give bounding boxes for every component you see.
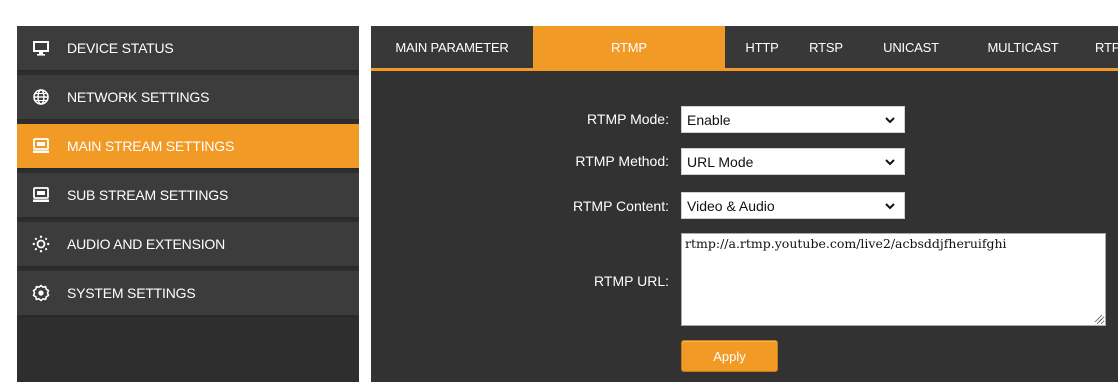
rtmp-method-select[interactable]: URL Mode [681, 148, 905, 175]
globe-icon [31, 87, 51, 107]
sidebar-item-network-settings[interactable]: NETWORK SETTINGS [17, 75, 359, 121]
chevron-down-icon [885, 117, 895, 124]
tab-rtp[interactable]: RTP [1095, 26, 1118, 68]
rtmp-content-label: RTMP Content: [573, 198, 669, 214]
tab-multicast[interactable]: MULTICAST [975, 26, 1071, 68]
rtmp-content-select[interactable]: Video & Audio [681, 192, 905, 219]
rtmp-mode-value: Enable [687, 111, 731, 128]
sidebar-item-label: SUB STREAM SETTINGS [67, 187, 229, 203]
tab-http[interactable]: HTTP [737, 26, 787, 68]
tab-main-parameter[interactable]: MAIN PARAMETER [371, 26, 533, 68]
chevron-down-icon [885, 203, 895, 210]
rtmp-url-value: rtmp://a.rtmp.youtube.com/live2/acbsddjf… [685, 236, 1007, 251]
rtmp-mode-select[interactable]: Enable [681, 106, 905, 133]
rtmp-mode-label: RTMP Mode: [587, 111, 669, 127]
tab-unicast[interactable]: UNICAST [875, 26, 947, 68]
sidebar-item-label: NETWORK SETTINGS [67, 89, 210, 105]
tab-rtsp[interactable]: RTSP [803, 26, 849, 68]
rtmp-url-label: RTMP URL: [594, 273, 669, 289]
apply-button[interactable]: Apply [681, 340, 778, 372]
sidebar-item-label: DEVICE STATUS [67, 40, 174, 56]
rtmp-url-textarea[interactable]: rtmp://a.rtmp.youtube.com/live2/acbsddjf… [681, 233, 1106, 326]
rtmp-method-label: RTMP Method: [575, 153, 669, 169]
sidebar-item-audio-and-extension[interactable]: AUDIO AND EXTENSION [17, 222, 359, 268]
stream-device-icon [31, 136, 51, 156]
chevron-down-icon [885, 159, 895, 166]
sidebar-item-label: SYSTEM SETTINGS [67, 285, 196, 301]
sidebar: DEVICE STATUS NETWORK SETTINGS MAIN STRE… [0, 0, 365, 382]
sidebar-item-device-status[interactable]: DEVICE STATUS [17, 26, 359, 72]
sidebar-item-main-stream-settings[interactable]: MAIN STREAM SETTINGS [17, 124, 359, 170]
audio-settings-icon [31, 234, 51, 254]
rtmp-method-value: URL Mode [687, 153, 754, 170]
resize-grip-icon[interactable] [1093, 313, 1103, 323]
sidebar-item-system-settings[interactable]: SYSTEM SETTINGS [17, 271, 359, 317]
monitor-icon [31, 38, 51, 58]
sidebar-item-label: MAIN STREAM SETTINGS [67, 138, 235, 154]
sidebar-item-label: AUDIO AND EXTENSION [67, 236, 226, 252]
stream-device-icon [31, 185, 51, 205]
main-panel: MAIN PARAMETER RTMP HTTP RTSP UNICAST MU… [371, 26, 1118, 382]
sidebar-item-sub-stream-settings[interactable]: SUB STREAM SETTINGS [17, 173, 359, 219]
tab-bar: MAIN PARAMETER RTMP HTTP RTSP UNICAST MU… [371, 26, 1118, 71]
gear-icon [31, 283, 51, 303]
tab-rtmp[interactable]: RTMP [533, 26, 725, 68]
rtmp-content-value: Video & Audio [687, 197, 775, 214]
